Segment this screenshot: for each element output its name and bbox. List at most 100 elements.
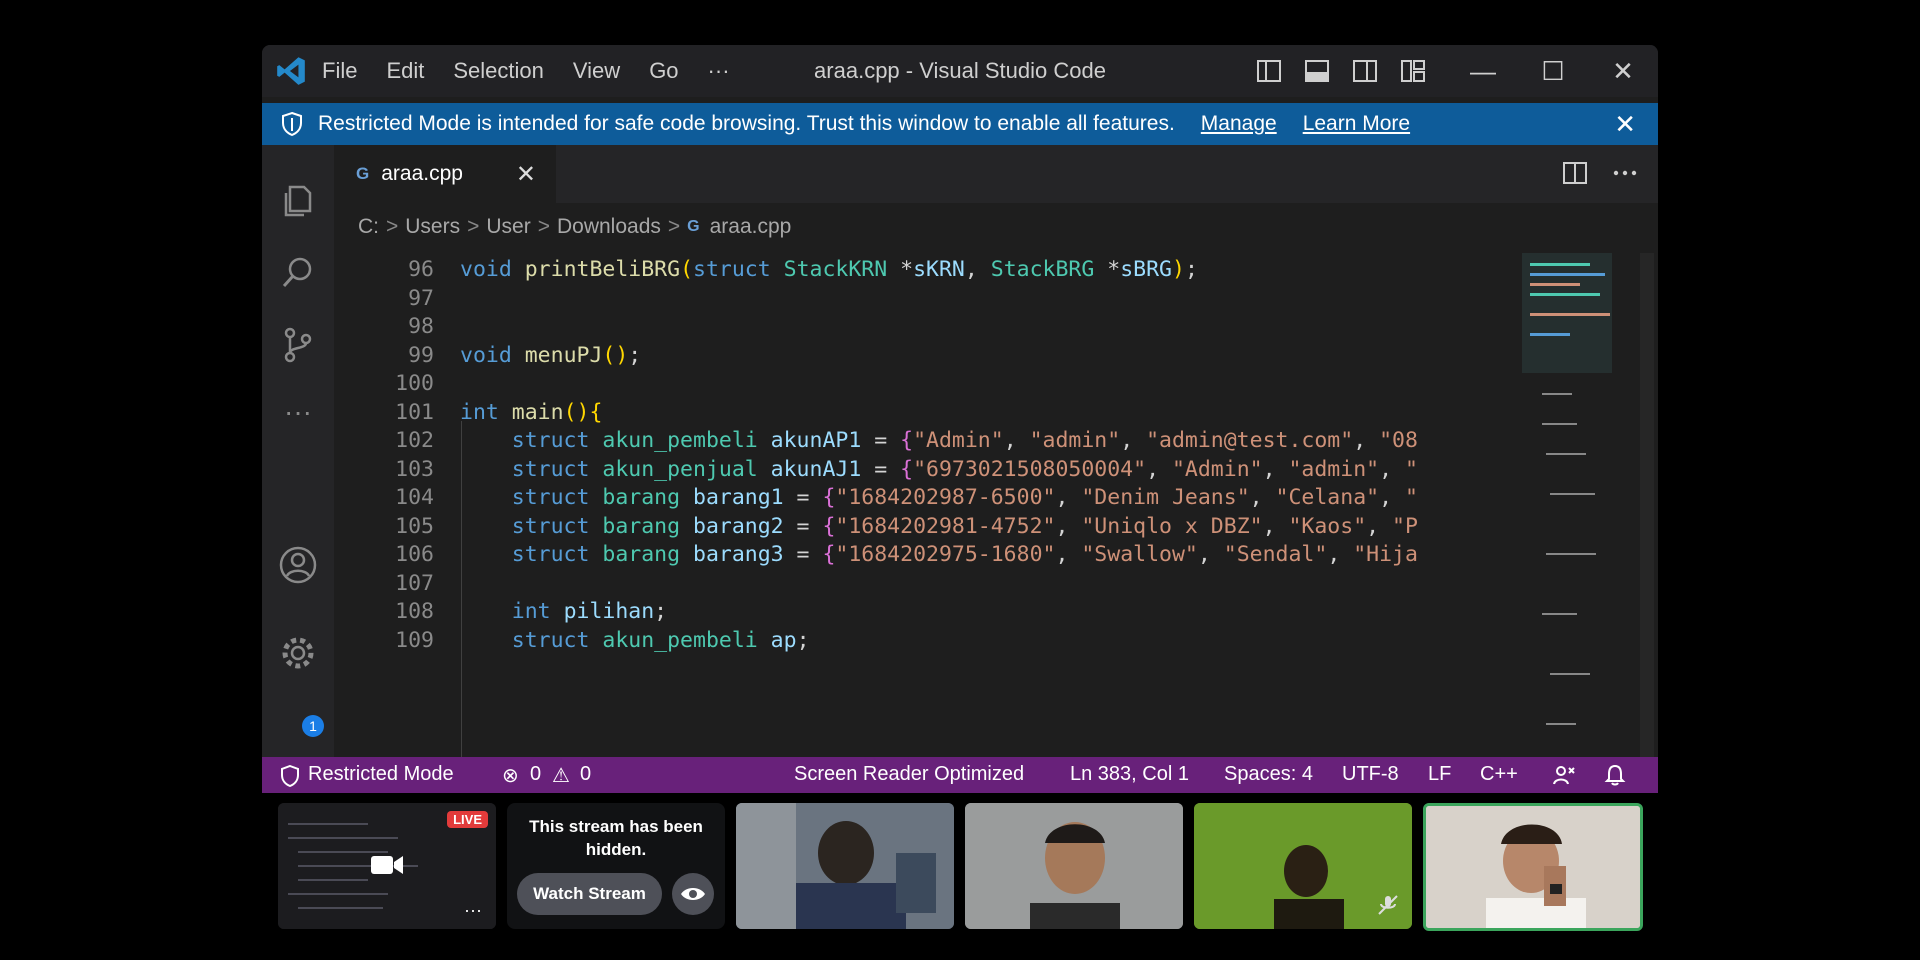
code-token: "admin" xyxy=(1288,456,1380,482)
explorer-icon[interactable] xyxy=(278,181,318,221)
cpp-file-icon: G xyxy=(687,218,700,235)
banner-close-icon[interactable]: ✕ xyxy=(1614,109,1636,140)
breadcrumb-users[interactable]: Users xyxy=(405,215,460,239)
video-camera-icon xyxy=(371,856,403,874)
more-views-icon[interactable]: ··· xyxy=(278,397,318,437)
code-token: , xyxy=(1055,485,1082,510)
minimap[interactable] xyxy=(1522,253,1622,757)
eol-status[interactable]: LF xyxy=(1428,763,1451,786)
customize-layout-icon[interactable] xyxy=(1400,59,1426,83)
screen-share-tile[interactable]: LIVE ··· xyxy=(278,803,496,929)
vscode-window: File Edit Selection View Go ··· araa.cpp… xyxy=(262,45,1658,793)
tab-araa-cpp[interactable]: G araa.cpp ✕ xyxy=(334,145,556,203)
vscode-logo-icon[interactable] xyxy=(274,54,308,88)
line-number: 101 xyxy=(395,399,434,425)
error-icon[interactable]: ⊗ xyxy=(502,763,519,788)
line-number: 97 xyxy=(408,285,434,311)
warning-icon[interactable]: ⚠ xyxy=(552,763,570,788)
accounts-icon[interactable] xyxy=(278,545,318,585)
vertical-scrollbar[interactable] xyxy=(1640,253,1654,757)
language-mode[interactable]: C++ xyxy=(1480,763,1518,786)
code-token: "1684202981-4752" xyxy=(835,513,1056,539)
feedback-icon[interactable] xyxy=(1552,764,1576,786)
line-number: 108 xyxy=(395,599,434,624)
search-icon[interactable] xyxy=(278,253,318,293)
maximize-button[interactable]: ☐ xyxy=(1518,45,1588,97)
line-number: 96 xyxy=(408,257,434,282)
manage-link[interactable]: Manage xyxy=(1201,112,1277,136)
toggle-primary-sidebar-icon[interactable] xyxy=(1256,59,1282,83)
code-token: "admin" xyxy=(1029,428,1121,453)
settings-gear-icon[interactable] xyxy=(278,633,318,673)
line-number: 106 xyxy=(395,542,434,567)
code-token: akun_penjual xyxy=(602,456,771,482)
code-token: "Hija xyxy=(1353,542,1418,567)
menu-file[interactable]: File xyxy=(322,58,357,84)
code-editor[interactable]: 96 void printBeliBRG(struct StackKRN *sKR… xyxy=(334,253,1519,757)
code-token: struct xyxy=(693,257,784,282)
muted-mic-icon xyxy=(1378,895,1398,915)
toggle-panel-icon[interactable] xyxy=(1304,59,1330,83)
watch-stream-button[interactable]: Watch Stream xyxy=(517,873,662,915)
editor-more-actions-icon[interactable] xyxy=(1612,161,1638,185)
hidden-stream-tile: This stream has been hidden. Watch Strea… xyxy=(507,803,725,929)
tab-close-icon[interactable]: ✕ xyxy=(516,160,536,189)
participant-video-1[interactable] xyxy=(736,803,954,929)
code-token: barang xyxy=(602,542,693,567)
show-stream-button[interactable] xyxy=(672,873,714,915)
menu-selection[interactable]: Selection xyxy=(453,58,544,84)
menu-more[interactable]: ··· xyxy=(708,58,730,84)
code-token: = xyxy=(783,485,823,510)
menu-edit[interactable]: Edit xyxy=(386,58,424,84)
notifications-bell-icon[interactable] xyxy=(1604,764,1626,786)
breadcrumb-downloads[interactable]: Downloads xyxy=(557,215,661,239)
tab-label: araa.cpp xyxy=(381,162,463,185)
split-editor-icon[interactable] xyxy=(1562,161,1588,185)
breadcrumb-drive[interactable]: C: xyxy=(358,215,379,239)
code-token: ap xyxy=(770,627,797,653)
cursor-position[interactable]: Ln 383, Col 1 xyxy=(1070,763,1189,786)
screen-reader-status[interactable]: Screen Reader Optimized xyxy=(794,763,1024,786)
code-text: struct barang barang2 = {"1684202981-475… xyxy=(460,512,1418,542)
indentation-status[interactable]: Spaces: 4 xyxy=(1224,763,1313,786)
participant-video-speaking[interactable] xyxy=(1423,803,1643,931)
code-token: , xyxy=(1055,513,1082,539)
warning-count[interactable]: 0 xyxy=(580,763,591,786)
participant-video-2[interactable] xyxy=(965,803,1183,929)
code-token: barang2 xyxy=(693,513,784,539)
live-badge: LIVE xyxy=(447,811,488,828)
code-token: printBeliBRG xyxy=(524,257,681,282)
line-number: 107 xyxy=(395,570,434,596)
code-token: pilihan xyxy=(563,599,655,624)
code-token: int xyxy=(460,399,512,425)
breadcrumb-file[interactable]: araa.cpp xyxy=(710,215,792,239)
line-number: 98 xyxy=(408,314,434,339)
menu-view[interactable]: View xyxy=(573,58,620,84)
minimize-button[interactable]: — xyxy=(1448,45,1518,97)
line-number: 105 xyxy=(395,513,434,539)
source-control-icon[interactable] xyxy=(278,325,318,365)
code-token: , xyxy=(1120,428,1147,453)
error-count[interactable]: 0 xyxy=(530,763,541,786)
restricted-mode-status[interactable]: Restricted Mode xyxy=(308,763,454,786)
tile-more-icon[interactable]: ··· xyxy=(464,900,482,921)
breadcrumb-separator: > xyxy=(467,215,480,238)
code-token: akun_pembeli xyxy=(602,627,771,653)
code-token: = xyxy=(861,456,901,482)
code-token: ; xyxy=(628,342,642,368)
code-token: , xyxy=(1379,456,1405,482)
toggle-secondary-sidebar-icon[interactable] xyxy=(1352,59,1378,83)
learn-more-link[interactable]: Learn More xyxy=(1303,112,1410,136)
close-window-button[interactable]: ✕ xyxy=(1588,45,1658,97)
encoding-status[interactable]: UTF-8 xyxy=(1342,763,1399,786)
participant-video-3[interactable] xyxy=(1194,803,1412,929)
code-token: akunAP1 xyxy=(770,428,862,453)
breadcrumb-user[interactable]: User xyxy=(486,215,530,239)
code-text: struct barang barang1 = {"1684202987-650… xyxy=(460,483,1418,513)
menu-go[interactable]: Go xyxy=(649,58,678,84)
